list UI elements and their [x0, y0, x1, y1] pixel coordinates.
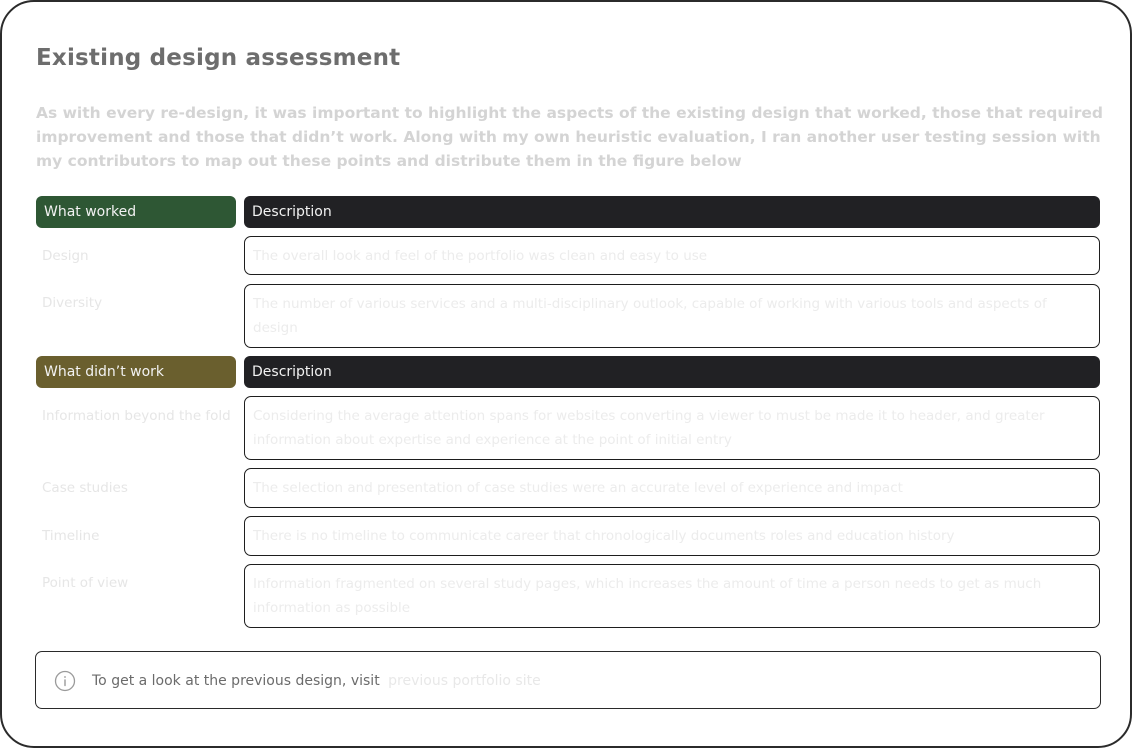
worked-row-label: Design: [42, 248, 89, 264]
intro-paragraph: As with every re-design, it was importan…: [36, 104, 1103, 170]
callout-text: To get a look at the previous design, vi…: [92, 673, 380, 689]
previous-design-link[interactable]: previous portfolio site: [388, 673, 541, 689]
didnt-row-description: There is no timeline to communicate care…: [244, 516, 1100, 556]
worked-row-description: The number of various services and a mul…: [244, 284, 1100, 348]
didnt-row-label: Case studies: [42, 480, 128, 496]
didnt-row-label: Timeline: [42, 528, 100, 544]
info-icon: [54, 670, 76, 692]
what-didnt-work-header: What didn’t work: [36, 356, 236, 388]
didnt-row-description: Information fragmented on several study …: [244, 564, 1100, 628]
info-callout: To get a look at the previous design, vi…: [35, 651, 1101, 709]
didnt-row-label: Point of view: [42, 575, 129, 591]
worked-description-header: Description: [244, 196, 1100, 228]
didnt-description-header: Description: [244, 356, 1100, 388]
worked-row-description: The overall look and feel of the portfol…: [244, 236, 1100, 275]
page-frame: Existing design assessment As with every…: [0, 0, 1132, 748]
didnt-row-label: Information beyond the fold: [42, 408, 231, 424]
page-title: Existing design assessment: [36, 45, 401, 71]
didnt-row-description: The selection and presentation of case s…: [244, 468, 1100, 508]
didnt-row-description: Considering the average attention spans …: [244, 396, 1100, 460]
worked-row-label: Diversity: [42, 295, 103, 311]
what-worked-header: What worked: [36, 196, 236, 228]
